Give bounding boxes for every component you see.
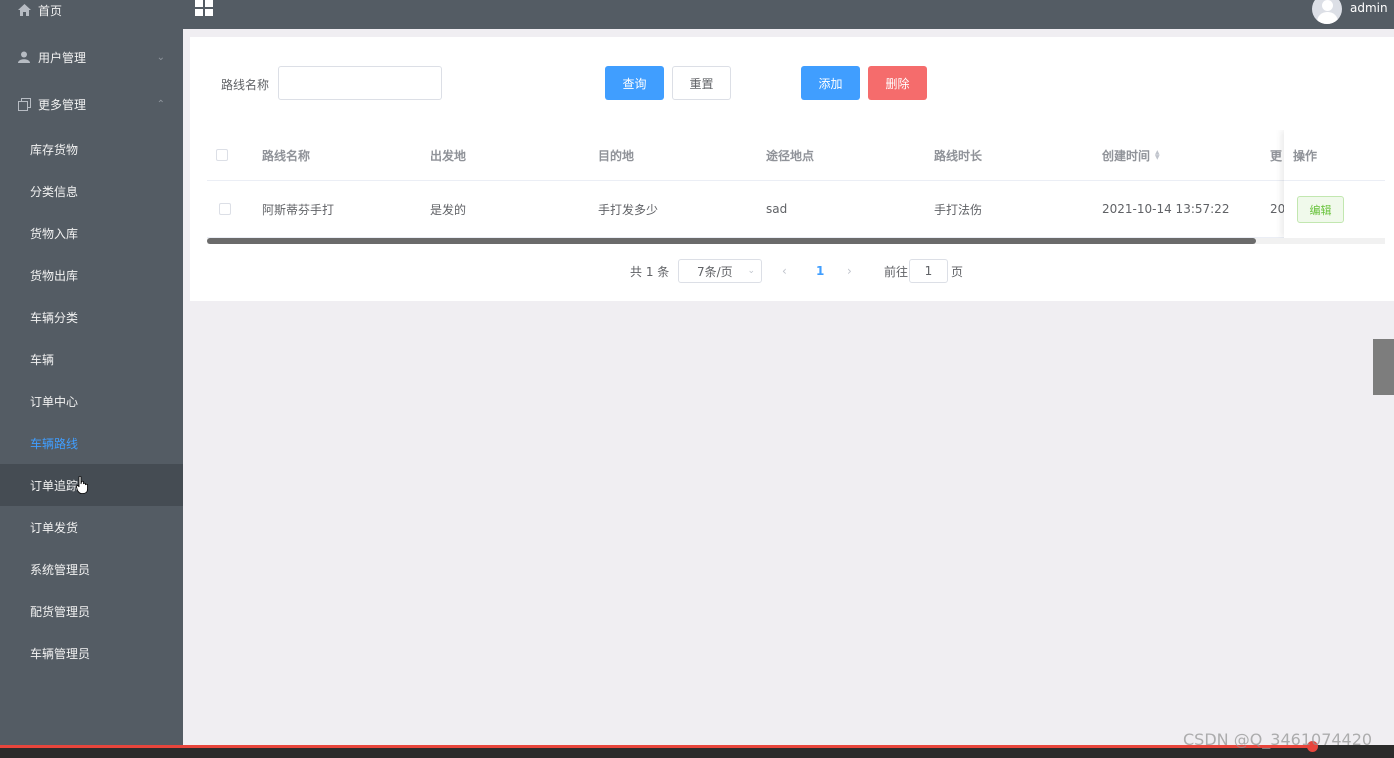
- hand-cursor-icon: [76, 476, 88, 494]
- sidebar-item-home[interactable]: 首页: [0, 0, 183, 31]
- username[interactable]: admin: [1350, 1, 1388, 15]
- sidebar-item-label: 货物出库: [30, 268, 79, 283]
- cell-created-at: 2021-10-14 13:57:22: [1102, 202, 1230, 216]
- delete-button[interactable]: 删除: [868, 66, 927, 100]
- column-header-sortable[interactable]: 创建时间 ▲ ▼: [1102, 130, 1160, 180]
- route-table: 路线名称 出发地 目的地 途径地点 路线时长 创建时间 ▲ ▼ 更 阿斯蒂芬手打 …: [207, 130, 1385, 250]
- sidebar-item-label: 车辆分类: [30, 310, 79, 325]
- edit-button[interactable]: 编辑: [1297, 196, 1344, 223]
- video-progress-bar[interactable]: [0, 745, 1313, 748]
- sidebar-item-label: 用户管理: [38, 50, 87, 65]
- chevron-down-icon: ⌄: [747, 266, 755, 276]
- column-header: 出发地: [430, 148, 467, 163]
- goto-page-input[interactable]: 1: [909, 259, 948, 283]
- goto-label: 前往: [884, 264, 909, 279]
- sidebar: 首页 用户管理 ⌄ 更多管理 ⌃ 库存货物 分类信息 货物入库 货物出库 车辆分…: [0, 0, 183, 745]
- column-header: 更: [1270, 148, 1283, 163]
- vertical-scrollbar-thumb[interactable]: [1373, 339, 1394, 395]
- sidebar-item-label: 首页: [38, 3, 63, 18]
- column-header: 目的地: [598, 148, 635, 163]
- cell-via: sad: [766, 202, 788, 216]
- chevron-down-icon: ⌄: [156, 51, 165, 63]
- sidebar-item-label: 订单中心: [30, 394, 79, 409]
- cell-updated-at: 20: [1270, 202, 1286, 216]
- sidebar-item-more-management[interactable]: 更多管理 ⌃: [0, 83, 183, 125]
- next-page-icon[interactable]: ›: [847, 259, 852, 283]
- sidebar-item-label: 订单发货: [30, 520, 79, 535]
- home-icon: [17, 3, 31, 17]
- table-header-row: 路线名称 出发地 目的地 途径地点 路线时长 创建时间 ▲ ▼ 更: [207, 130, 1385, 181]
- reset-button[interactable]: 重置: [672, 66, 731, 100]
- sidebar-item-stock-in[interactable]: 货物入库: [0, 212, 183, 254]
- sidebar-item-system-admin[interactable]: 系统管理员: [0, 548, 183, 590]
- sidebar-item-label: 订单追踪: [30, 478, 79, 493]
- cell-duration: 手打法伤: [934, 202, 983, 217]
- column-header: 路线时长: [934, 148, 983, 163]
- sidebar-item-distribution-admin[interactable]: 配货管理员: [0, 590, 183, 632]
- top-header: admin: [183, 0, 1394, 29]
- avatar[interactable]: [1312, 0, 1342, 24]
- sidebar-item-label: 更多管理: [38, 97, 87, 112]
- sidebar-item-inventory[interactable]: 库存货物: [0, 128, 183, 170]
- sidebar-item-category[interactable]: 分类信息: [0, 170, 183, 212]
- sidebar-item-label: 分类信息: [30, 184, 79, 199]
- sidebar-item-label: 车辆管理员: [30, 646, 91, 661]
- sidebar-item-label: 货物入库: [30, 226, 79, 241]
- column-header: 途径地点: [766, 148, 815, 163]
- sidebar-item-vehicle-category[interactable]: 车辆分类: [0, 296, 183, 338]
- user-icon: [17, 50, 31, 64]
- copy-icon: [17, 97, 31, 111]
- pagination-total: 共 1 条: [630, 264, 670, 279]
- route-name-input[interactable]: [278, 66, 442, 100]
- grid-icon[interactable]: [195, 0, 213, 16]
- query-button[interactable]: 查询: [605, 66, 664, 100]
- sidebar-item-order-tracking[interactable]: 订单追踪: [0, 464, 183, 506]
- sidebar-item-label: 车辆: [30, 352, 55, 367]
- cell-route-name: 阿斯蒂芬手打: [262, 202, 335, 217]
- column-header: 操作: [1284, 130, 1385, 181]
- fixed-action-column: 操作 编辑: [1284, 130, 1385, 238]
- table-row: 阿斯蒂芬手打 是发的 手打发多少 sad 手打法伤 2021-10-14 13:…: [207, 181, 1385, 238]
- sidebar-item-user-management[interactable]: 用户管理 ⌄: [0, 36, 183, 78]
- sidebar-item-order-shipping[interactable]: 订单发货: [0, 506, 183, 548]
- sidebar-item-vehicle-route[interactable]: 车辆路线: [0, 422, 183, 464]
- watermark: CSDN @Q_3461074420: [1183, 730, 1373, 749]
- page-size-value: 7条/页: [697, 264, 733, 279]
- sort-icon[interactable]: ▲ ▼: [1155, 150, 1160, 161]
- horizontal-scrollbar[interactable]: [207, 238, 1385, 244]
- cell-origin: 是发的: [430, 202, 467, 217]
- column-header: 路线名称: [262, 148, 311, 163]
- page-unit-label: 页: [951, 264, 964, 279]
- main-panel: 路线名称 查询 重置 添加 删除 路线名称 出发地 目的地 途径地点 路线时长 …: [190, 37, 1394, 301]
- row-checkbox[interactable]: [219, 181, 231, 237]
- route-name-label: 路线名称: [221, 78, 270, 92]
- sidebar-item-vehicle-admin[interactable]: 车辆管理员: [0, 632, 183, 674]
- sidebar-item-label: 库存货物: [30, 142, 79, 157]
- sidebar-item-order-center[interactable]: 订单中心: [0, 380, 183, 422]
- scrollbar-thumb[interactable]: [207, 238, 1256, 244]
- page-size-select[interactable]: 7条/页 ⌄: [678, 259, 762, 283]
- cell-destination: 手打发多少: [598, 202, 659, 217]
- select-all-checkbox[interactable]: [216, 130, 228, 180]
- sidebar-item-stock-out[interactable]: 货物出库: [0, 254, 183, 296]
- add-button[interactable]: 添加: [801, 66, 860, 100]
- sidebar-item-vehicle[interactable]: 车辆: [0, 338, 183, 380]
- column-header-label: 创建时间: [1102, 148, 1151, 163]
- prev-page-icon[interactable]: ‹: [782, 259, 787, 283]
- sidebar-item-label: 系统管理员: [30, 562, 91, 577]
- sidebar-item-label: 车辆路线: [30, 436, 79, 451]
- chevron-up-icon: ⌃: [156, 98, 165, 110]
- sidebar-item-label: 配货管理员: [30, 604, 91, 619]
- page-number[interactable]: 1: [816, 259, 824, 283]
